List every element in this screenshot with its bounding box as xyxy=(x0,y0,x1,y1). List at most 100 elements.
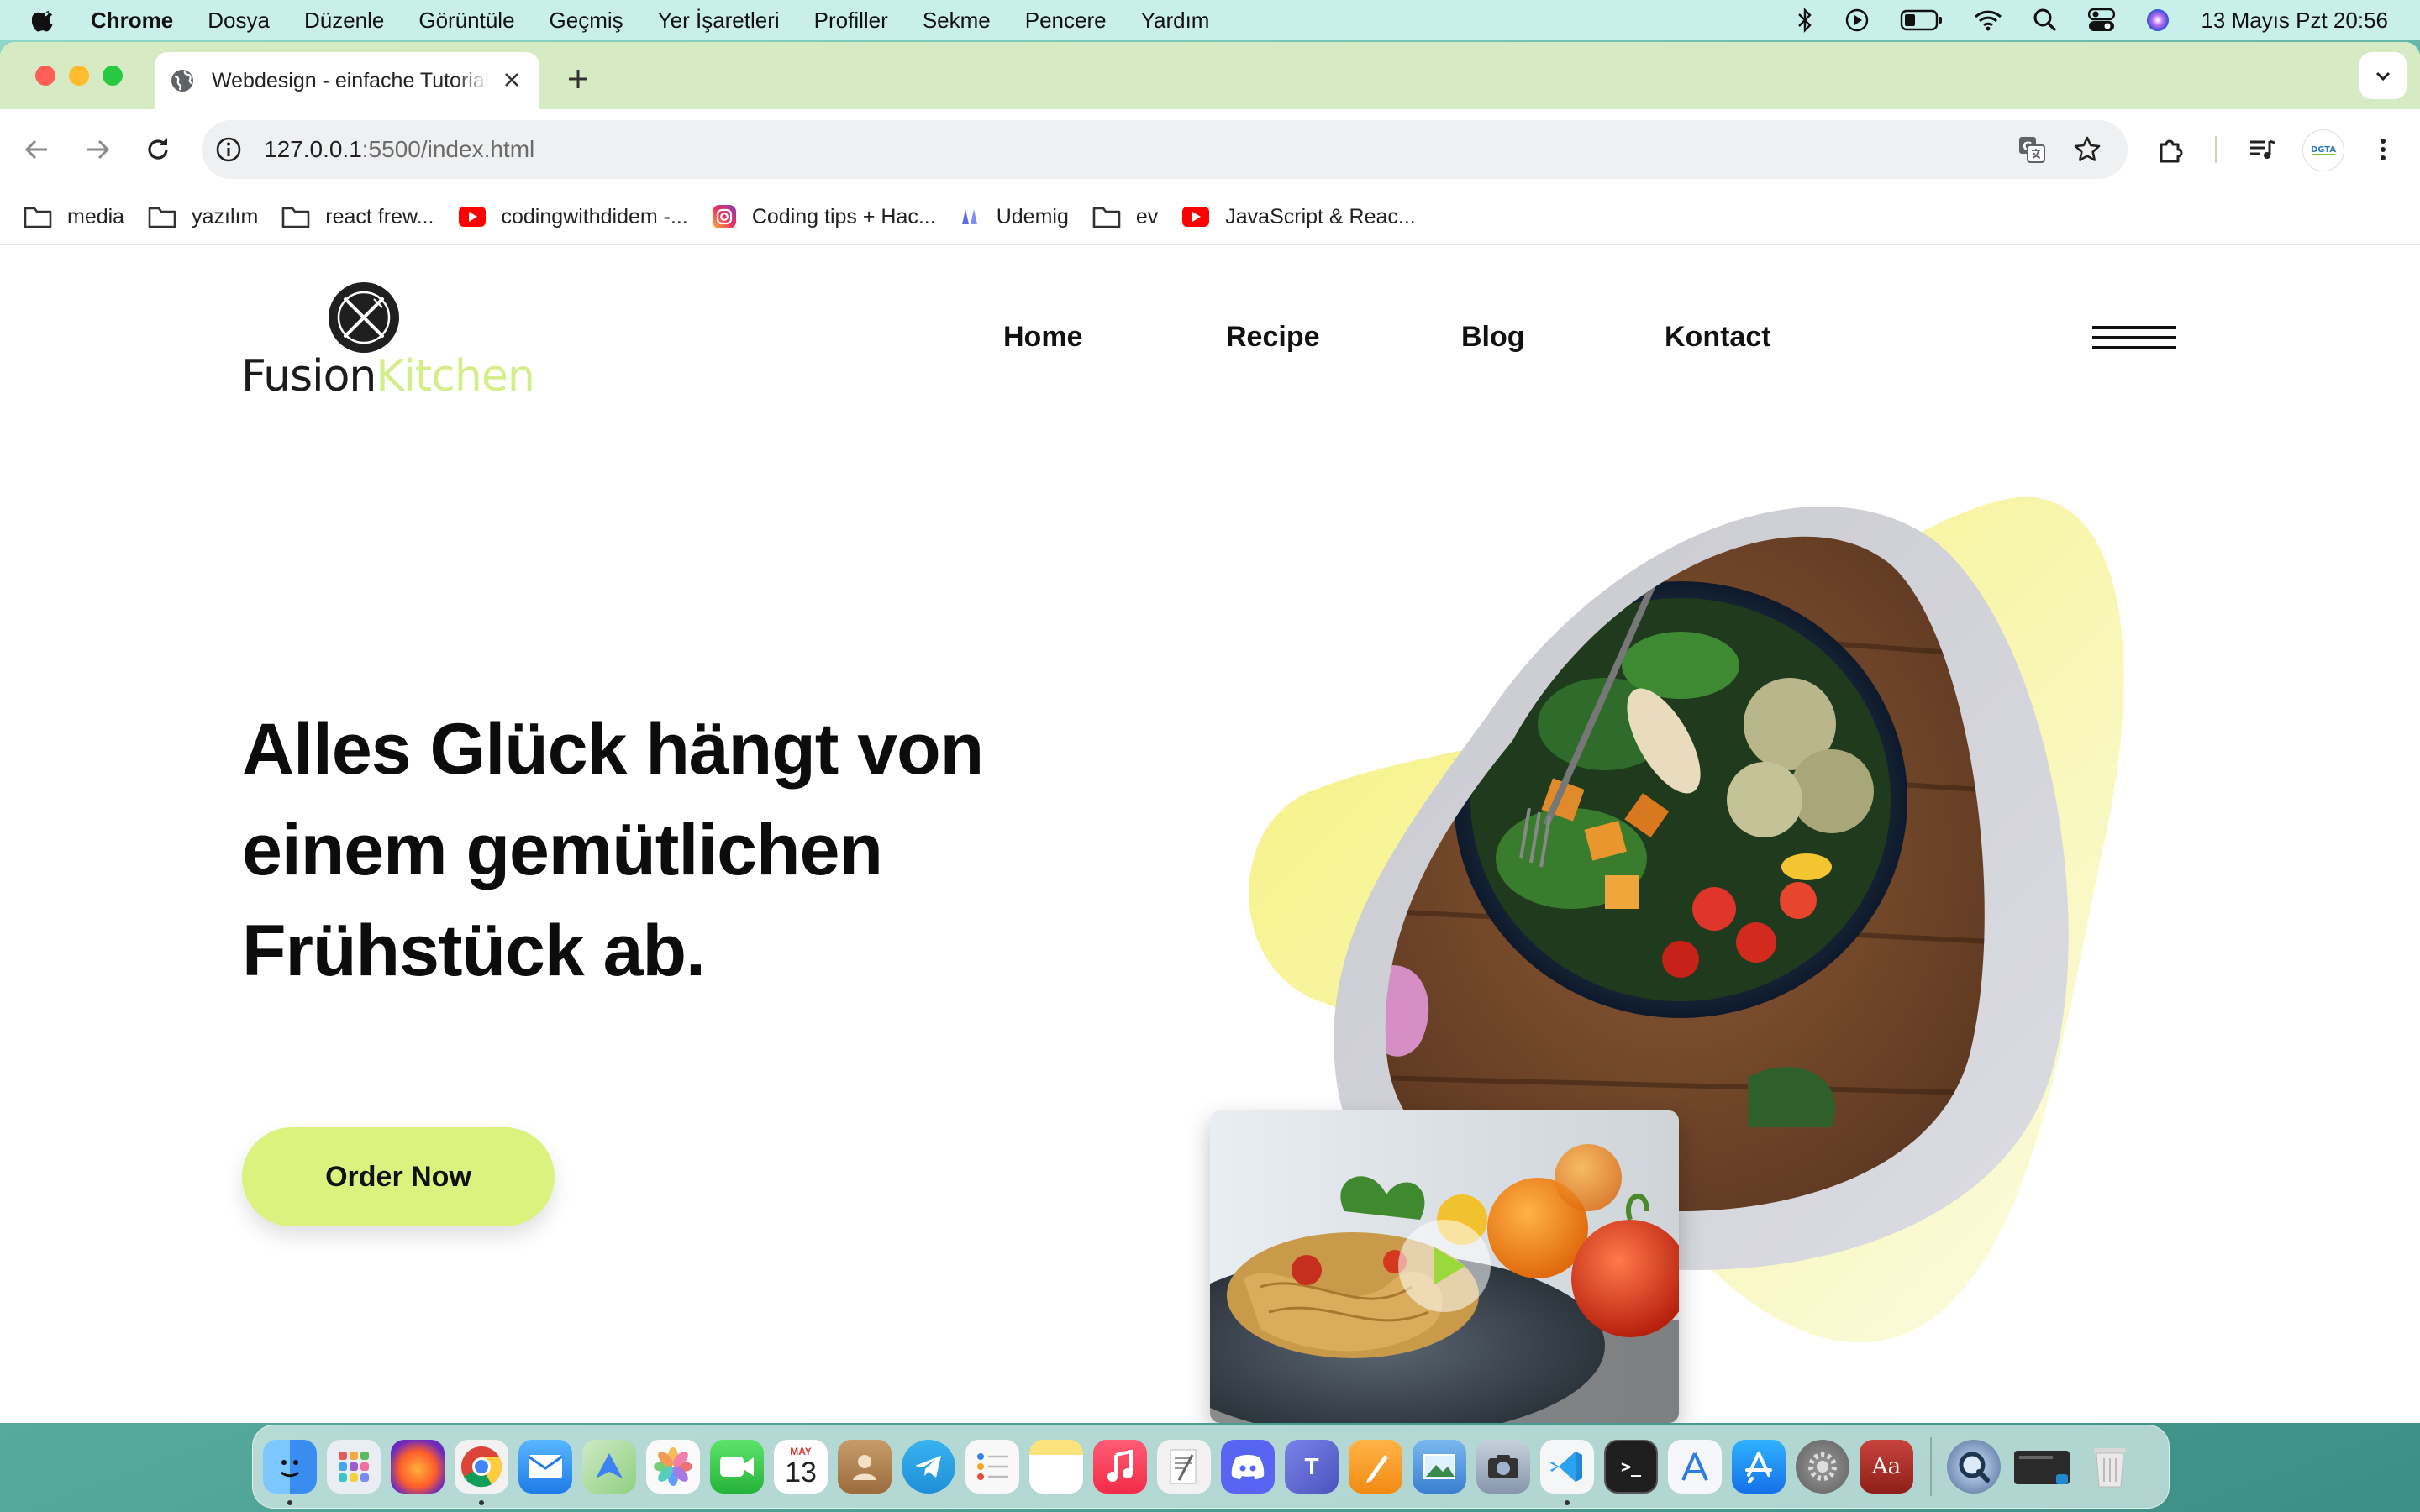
discord-icon[interactable] xyxy=(1221,1440,1275,1494)
toolbar-divider xyxy=(2215,136,2217,163)
facetime-icon[interactable] xyxy=(710,1440,764,1494)
folder-icon xyxy=(281,207,310,228)
menu-profiles[interactable]: Profiller xyxy=(814,8,888,34)
appstore-icon[interactable] xyxy=(1732,1440,1786,1494)
browser-window: Webdesign - einfache Tutorials 127.0.0.1… xyxy=(0,42,2420,1423)
menu-window[interactable]: Pencere xyxy=(1025,8,1107,34)
bluetooth-icon[interactable] xyxy=(1796,8,1814,33)
quicktime-icon[interactable] xyxy=(1947,1440,2001,1494)
telegram-icon[interactable] xyxy=(902,1440,955,1494)
nav-recipe[interactable]: Recipe xyxy=(1226,321,1320,354)
menu-bar-clock[interactable]: 13 Mayıs Pzt 20:56 xyxy=(2201,8,2388,34)
music-icon[interactable] xyxy=(1093,1440,1147,1494)
minimized-window-icon[interactable] xyxy=(2011,1440,2073,1494)
bookmark-star-icon[interactable] xyxy=(2072,134,2102,165)
order-now-button[interactable]: Order Now xyxy=(242,1127,555,1226)
chrome-icon[interactable] xyxy=(455,1440,508,1505)
menu-view[interactable]: Görüntüle xyxy=(418,8,514,34)
terminal-icon[interactable]: >_ xyxy=(1604,1440,1658,1494)
macos-menu-bar: Chrome Dosya Düzenle Görüntüle Geçmiş Ye… xyxy=(0,0,2420,40)
maps-icon[interactable] xyxy=(582,1440,636,1494)
photos-icon[interactable] xyxy=(646,1440,700,1494)
address-bar[interactable]: 127.0.0.1:5500/index.html G xyxy=(202,120,2128,179)
youtube-icon xyxy=(1182,207,1210,227)
udemig-icon xyxy=(961,209,977,224)
bookmark-udemig[interactable]: Udemig xyxy=(960,205,1069,229)
dock-separator xyxy=(1930,1437,1932,1496)
firefox-icon[interactable] xyxy=(391,1440,445,1494)
spotlight-search-icon[interactable] xyxy=(2033,8,2058,33)
folder-icon xyxy=(24,207,52,228)
video-thumbnail[interactable] xyxy=(1210,1110,1679,1423)
bookmark-react[interactable]: react frew... xyxy=(281,205,434,229)
notes-icon[interactable] xyxy=(1029,1440,1083,1494)
media-controls-icon[interactable] xyxy=(2247,134,2277,165)
trash-icon[interactable] xyxy=(2083,1440,2137,1494)
now-playing-icon[interactable] xyxy=(1844,8,1870,33)
nav-home[interactable]: Home xyxy=(1003,321,1082,354)
nav-blog[interactable]: Blog xyxy=(1461,321,1525,354)
extensions-icon[interactable] xyxy=(2156,134,2186,165)
finder-icon[interactable] xyxy=(263,1440,317,1505)
vscode-icon[interactable] xyxy=(1540,1440,1594,1505)
control-center-icon[interactable] xyxy=(2088,8,2116,33)
svg-text:DGTA: DGTA xyxy=(2311,145,2336,155)
menu-file[interactable]: Dosya xyxy=(208,8,270,34)
wifi-icon[interactable] xyxy=(1974,9,2002,31)
apple-icon[interactable] xyxy=(32,8,57,33)
tab-active[interactable]: Webdesign - einfache Tutorials xyxy=(155,52,539,109)
bookmark-javascript-react[interactable]: JavaScript & Reac... xyxy=(1181,205,1416,229)
profile-avatar[interactable]: DGTA xyxy=(2302,129,2344,171)
teams-icon[interactable]: T xyxy=(1285,1440,1339,1494)
zoom-window-button[interactable] xyxy=(103,66,123,86)
siri-icon[interactable] xyxy=(2145,8,2170,33)
bookmark-ev[interactable]: ev xyxy=(1092,205,1158,229)
menu-chrome[interactable]: Chrome xyxy=(91,8,173,34)
url-path: :5500/index.html xyxy=(361,136,535,162)
site-info-icon[interactable] xyxy=(213,134,244,165)
bookmark-label: yazılım xyxy=(192,204,259,228)
bookmark-media[interactable]: media xyxy=(24,205,124,229)
minimize-window-button[interactable] xyxy=(69,66,89,86)
folder-icon xyxy=(1092,207,1121,228)
battery-icon[interactable] xyxy=(1900,9,1944,31)
new-tab-icon[interactable] xyxy=(561,62,595,96)
bookmark-yazilim[interactable]: yazılım xyxy=(148,205,258,229)
dictionary-icon[interactable]: Aa xyxy=(1860,1440,1913,1494)
nav-kontact[interactable]: Kontact xyxy=(1665,321,1771,354)
instruments-icon[interactable] xyxy=(1668,1440,1722,1494)
tab-strip: Webdesign - einfache Tutorials xyxy=(0,42,2420,109)
bookmark-codingwithdidem[interactable]: codingwithdidem -... xyxy=(458,205,688,229)
menu-help[interactable]: Yardım xyxy=(1141,8,1210,34)
reminders-icon[interactable] xyxy=(965,1440,1019,1494)
site-logo[interactable]: FusionKitchen xyxy=(241,281,535,415)
menu-edit[interactable]: Düzenle xyxy=(304,8,384,34)
preview-icon[interactable] xyxy=(1413,1440,1466,1494)
calendar-month: MAY xyxy=(790,1446,812,1457)
menu-tab[interactable]: Sekme xyxy=(923,8,991,34)
url-text[interactable]: 127.0.0.1:5500/index.html xyxy=(264,136,534,163)
close-tab-icon[interactable] xyxy=(499,67,524,92)
play-icon[interactable] xyxy=(1397,1218,1492,1314)
pages-icon[interactable] xyxy=(1349,1440,1402,1494)
translate-icon[interactable]: G xyxy=(2017,134,2047,165)
screenshot-icon[interactable] xyxy=(1476,1440,1530,1494)
menu-bookmarks[interactable]: Yer İşaretleri xyxy=(658,8,780,34)
bookmark-coding-tips[interactable]: Coding tips + Hac... xyxy=(712,204,936,229)
launchpad-icon[interactable] xyxy=(327,1440,381,1494)
menu-history[interactable]: Geçmiş xyxy=(550,8,623,34)
more-menu-icon[interactable] xyxy=(2368,134,2398,165)
bookmark-label: codingwithdidem -... xyxy=(501,204,688,228)
calendar-icon[interactable]: MAY 13 xyxy=(774,1440,828,1494)
tab-search-button[interactable] xyxy=(2360,52,2407,99)
textedit-icon[interactable] xyxy=(1157,1440,1211,1494)
settings-icon[interactable] xyxy=(1796,1440,1849,1494)
terminal-prompt: >_ xyxy=(1620,1457,1642,1477)
forward-icon[interactable] xyxy=(82,134,113,165)
mail-icon[interactable] xyxy=(518,1440,572,1494)
back-icon[interactable] xyxy=(22,134,52,165)
reload-icon[interactable] xyxy=(143,134,173,165)
close-window-button[interactable] xyxy=(35,66,55,86)
hamburger-menu-icon[interactable] xyxy=(2092,326,2176,354)
contacts-icon[interactable] xyxy=(838,1440,892,1494)
